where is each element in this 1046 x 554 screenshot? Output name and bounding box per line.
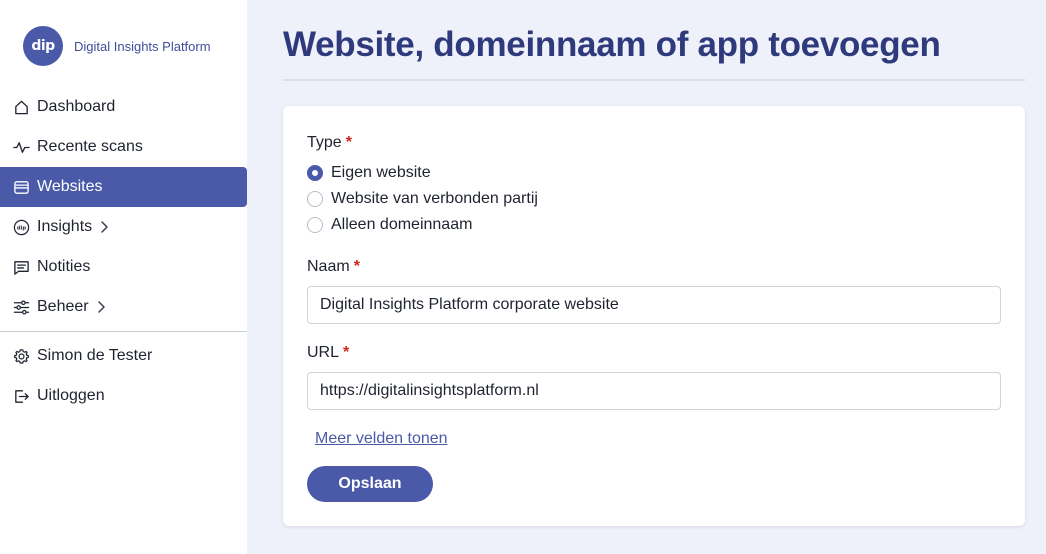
sidebar-item-label: Websites [37, 178, 103, 195]
sidebar-item-notities[interactable]: Notities [0, 247, 247, 287]
name-label: Naam * [307, 258, 360, 276]
name-label-text: Naam [307, 258, 350, 275]
radio-unchecked[interactable] [307, 191, 323, 207]
radio-label: Website van verbonden partij [331, 190, 538, 207]
brand-name: Digital Insights Platform [74, 38, 211, 54]
sliders-icon [12, 298, 30, 316]
required-marker: * [353, 258, 360, 275]
logout-icon [12, 387, 30, 405]
type-option-alleen-domeinnaam[interactable]: Alleen domeinnaam [307, 216, 472, 234]
sidebar-item-dashboard[interactable]: Dashboard [0, 87, 247, 127]
activity-icon [12, 138, 30, 156]
type-label: Type * [307, 134, 352, 152]
sidebar-item-label: Recente scans [37, 138, 143, 155]
sidebar-item-label: Insights [37, 218, 93, 235]
title-divider [283, 79, 1025, 81]
message-square-icon [12, 258, 30, 276]
home-icon [12, 98, 30, 116]
sidebar-item-recente-scans[interactable]: Recente scans [0, 127, 247, 167]
radio-label: Eigen website [331, 164, 431, 181]
radio-checked[interactable] [307, 165, 323, 181]
sidebar-item-insights[interactable]: dip Insights [0, 207, 247, 247]
browser-window-icon [12, 178, 30, 196]
gear-icon [12, 347, 30, 365]
brand[interactable]: dip Digital Insights Platform [23, 26, 211, 66]
sidebar-item-websites[interactable]: Websites [0, 167, 247, 207]
brand-logo: dip [23, 26, 63, 66]
sidebar-item-label: Simon de Tester [37, 347, 153, 364]
url-input[interactable] [307, 372, 1001, 410]
dip-logo-icon: dip [12, 218, 30, 236]
url-label-text: URL [307, 344, 340, 361]
required-marker: * [343, 344, 350, 361]
sidebar-item-label: Beheer [37, 298, 89, 315]
more-fields-link[interactable]: Meer velden tonen [315, 430, 448, 448]
svg-text:dip: dip [16, 225, 25, 231]
type-label-text: Type [307, 134, 342, 151]
required-marker: * [345, 134, 352, 151]
sidebar-item-label: Dashboard [37, 98, 116, 115]
type-option-eigen-website[interactable]: Eigen website [307, 164, 431, 182]
sidebar-divider [0, 331, 247, 332]
page-title: Website, domeinnaam of app toevoegen [283, 25, 941, 64]
sidebar-item-user-profile[interactable]: Simon de Tester [0, 336, 247, 376]
chevron-right-icon [99, 220, 109, 234]
chevron-right-icon [96, 300, 106, 314]
sidebar-item-label: Notities [37, 258, 91, 275]
name-input[interactable] [307, 286, 1001, 324]
type-option-verbonden-partij[interactable]: Website van verbonden partij [307, 190, 538, 208]
add-website-form: Type * Eigen website Website van verbonde… [283, 106, 1025, 526]
sidebar-item-logout[interactable]: Uitloggen [0, 376, 247, 416]
url-label: URL * [307, 344, 349, 362]
sidebar: dip Digital Insights Platform Dashboard … [0, 0, 247, 554]
radio-unchecked[interactable] [307, 217, 323, 233]
radio-label: Alleen domeinnaam [331, 216, 473, 233]
sidebar-nav: Dashboard Recente scans Websites dip Ins… [0, 87, 247, 416]
save-button[interactable]: Opslaan [307, 466, 433, 502]
sidebar-item-label: Uitloggen [37, 387, 105, 404]
sidebar-item-beheer[interactable]: Beheer [0, 287, 247, 327]
